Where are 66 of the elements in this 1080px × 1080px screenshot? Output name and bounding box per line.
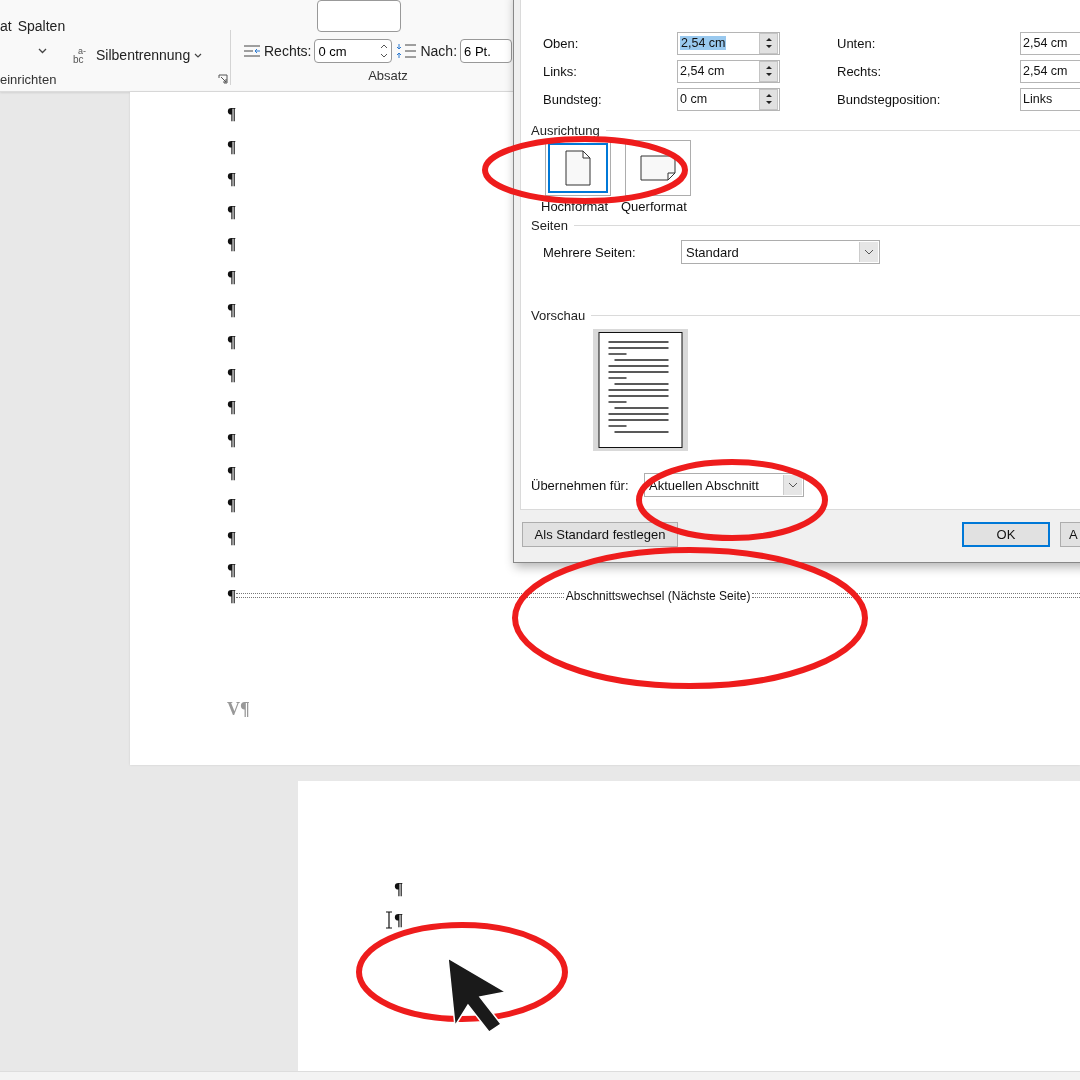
paragraph-mark: ¶ [227, 200, 237, 223]
paragraph-mark: ¶ [227, 584, 237, 607]
section-break-label: Abschnittswechsel (Nächste Seite) [564, 588, 752, 603]
footer-text: V¶ [227, 698, 251, 720]
landscape-page-icon [640, 155, 676, 181]
paragraph-mark: ¶ [227, 298, 237, 321]
margin-field[interactable]: 2,54 cm [677, 59, 780, 83]
portrait-page-icon [565, 150, 591, 186]
apply-to-dropdown[interactable]: Aktuellen Abschnitt [644, 473, 804, 497]
paragraph-mark: ¶ [227, 331, 237, 354]
orientation-label: Hochformat [541, 199, 609, 214]
section-heading: Ausrichtung [531, 123, 600, 138]
paragraph-mark: ¶ [394, 909, 404, 931]
paragraph-mark: ¶ [227, 494, 237, 517]
dialog-launcher-icon[interactable] [218, 74, 228, 84]
dialog-button[interactable]: Als Standard festlegen [522, 522, 678, 547]
margin-label: Links: [543, 63, 578, 79]
dialog-button[interactable]: A [1060, 522, 1080, 547]
margin-field[interactable]: 0 cm [677, 87, 780, 111]
margin-label: Rechts: [837, 63, 883, 79]
multiple-pages-dropdown[interactable]: Standard [681, 240, 880, 264]
indent-right-icon [243, 44, 261, 58]
margin-field[interactable]: 2,54 cm [677, 31, 780, 55]
margin-label: Bundstegposition: [837, 91, 942, 107]
hyphenation-icon: a- bc [72, 46, 92, 64]
paragraph-mark: ¶ [227, 265, 237, 288]
group-label: einrichten [0, 71, 57, 87]
margin-field[interactable]: 2,54 cm [1020, 59, 1080, 83]
paragraph-mark: ¶ [227, 233, 237, 256]
apply-to-label: Übernehmen für: [531, 477, 630, 493]
paragraph-mark: ¶ [227, 526, 237, 549]
ribbon-button-label[interactable]: at [0, 18, 12, 34]
orientation-label: Querformat [621, 199, 687, 214]
columns-button[interactable]: Spalten [17, 18, 66, 34]
spinner-icon[interactable] [380, 43, 389, 59]
paragraph-mark: ¶ [227, 135, 237, 158]
margin-label: Unten: [837, 35, 877, 51]
margin-field[interactable]: 2,54 cm [1020, 31, 1080, 55]
section-heading: Seiten [531, 218, 568, 233]
spacing-after-label: Nach: [420, 43, 458, 59]
paragraph-mark: ¶ [227, 396, 237, 419]
paragraph-mark: ¶ [227, 168, 237, 191]
multiple-pages-label: Mehrere Seiten: [543, 244, 637, 260]
group-label: Absatz [368, 67, 408, 83]
paragraph-mark: ¶ [227, 428, 237, 451]
margin-field[interactable]: Links [1020, 87, 1080, 111]
caret-icon[interactable] [38, 48, 47, 54]
indent-right-label: Rechts: [264, 43, 312, 59]
chevron-down-icon [864, 249, 874, 255]
section-heading: Vorschau [531, 308, 586, 323]
caret-icon [194, 52, 203, 58]
text-cursor-icon [385, 911, 393, 929]
indent-right-field[interactable]: 0 cm [314, 39, 393, 63]
paragraph-mark: ¶ [227, 461, 237, 484]
orientation-option[interactable] [545, 140, 611, 196]
spacing-after-field[interactable]: 6 Pt. [460, 39, 513, 63]
dialog-button[interactable]: OK [962, 522, 1050, 547]
margin-label: Oben: [543, 35, 580, 51]
margin-label: Bundsteg: [543, 91, 603, 107]
paragraph-mark: ¶ [227, 103, 237, 125]
paragraph-mark: ¶ [394, 878, 404, 900]
paragraph-mark: ¶ [227, 363, 237, 386]
paragraph-mark: ¶ [227, 559, 237, 582]
spacing-after-icon [395, 43, 418, 59]
chevron-down-icon [788, 482, 798, 488]
input-field[interactable] [317, 0, 401, 32]
